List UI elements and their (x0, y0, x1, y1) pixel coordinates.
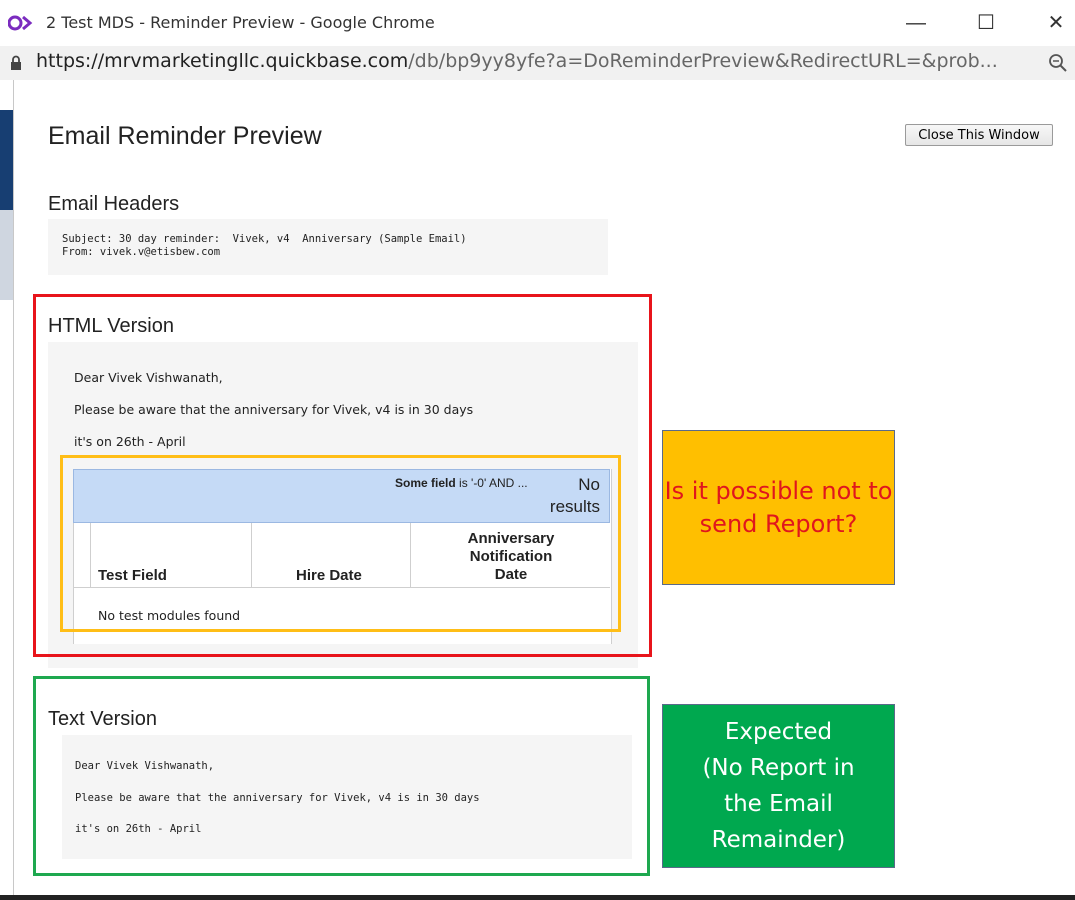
url-path: /db/bp9yy8yfe?a=DoReminderPreview&Redire… (408, 50, 998, 72)
from-line: From: vivek.v@etisbew.com (62, 246, 221, 258)
maximize-button[interactable]: ☐ (963, 6, 1009, 40)
window-border (13, 80, 14, 900)
email-headers-title: Email Headers (48, 193, 180, 215)
quickbase-app-icon (8, 15, 33, 31)
window-bottom-border (0, 895, 1075, 900)
question-callout: Is it possible not to send Report? (662, 430, 895, 585)
page-title: Email Reminder Preview (48, 122, 322, 150)
question-text: Is it possible not to send Report? (664, 476, 893, 538)
background-app-strip (0, 110, 13, 210)
close-window-button[interactable]: ✕ (1033, 6, 1075, 40)
text-version-highlight-frame (33, 676, 650, 876)
expected-callout: Expected (No Report in the Email Remaind… (662, 704, 895, 868)
close-this-window-button[interactable]: Close This Window (905, 124, 1053, 146)
zoom-icon[interactable] (1047, 52, 1069, 74)
lock-icon (11, 55, 21, 70)
background-app-strip-lower (0, 210, 13, 300)
url-text[interactable]: https://mrvmarketingllc.quickbase.com/db… (36, 50, 998, 72)
expected-text: Expected (No Report in the Email Remaind… (702, 719, 855, 853)
window-title: 2 Test MDS - Reminder Preview - Google C… (46, 13, 435, 32)
minimize-button[interactable]: — (893, 6, 939, 40)
subject-line: Subject: 30 day reminder: Vivek, v4 Anni… (62, 233, 467, 245)
url-host: https://mrvmarketingllc.quickbase.com (36, 50, 409, 72)
report-highlight-frame (60, 455, 621, 632)
